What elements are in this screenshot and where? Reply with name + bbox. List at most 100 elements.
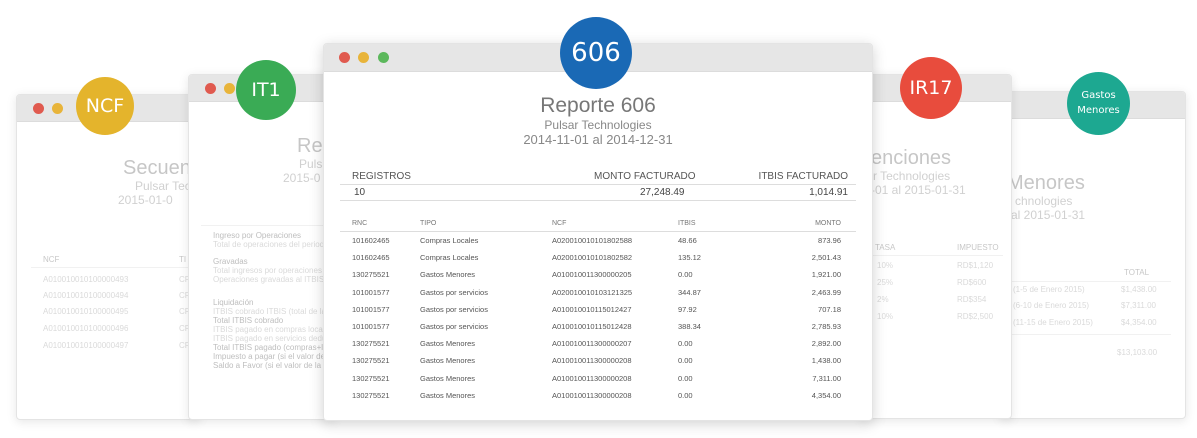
ncf-window: Secuen Pulsar Tecno 2015-01-0 NCF TI A01… <box>16 94 200 420</box>
monto-cell: 2,463.99 <box>811 287 841 297</box>
table-row: 130275521 Gastos Menores A0100100113000002… <box>340 370 856 387</box>
divider <box>1011 334 1171 335</box>
monto-value: 27,248.49 <box>640 187 685 198</box>
tax-value: RD$1,120 <box>957 261 994 270</box>
info-line: ITBIS pagado en servicios deducibl <box>213 334 335 343</box>
close-dot[interactable] <box>33 103 44 114</box>
rnc-cell: 130275521 <box>352 339 390 349</box>
close-dot[interactable] <box>339 52 350 63</box>
date-range: 2015-0 <box>283 171 321 185</box>
monto-label: MONTO FACTURADO <box>594 171 696 182</box>
tipo-cell: Gastos por servicios <box>420 287 488 297</box>
tax-value: RD$2,500 <box>957 312 994 321</box>
gastos-menores-badge: Gastos Menores <box>1067 72 1130 135</box>
ncf-cell: A020010010101802582 <box>552 253 633 263</box>
table-row: 101602465 Compras Locales A020010010101802… <box>340 249 856 266</box>
itbis-cell: 48.66 <box>678 236 697 246</box>
divider <box>340 200 856 201</box>
divider <box>1011 281 1171 282</box>
info-line: Total ingresos por operaciones gr <box>213 266 332 275</box>
table-row: 130275521 Gastos Menores A0100100113000002… <box>340 266 856 283</box>
report-title: Secuen <box>123 157 191 179</box>
table-row: 130275521 Gastos Menores A0100100113000002… <box>340 352 856 369</box>
tipo-cell: Gastos Menores <box>420 356 476 366</box>
info-line: Total de operaciones del periodo <box>213 240 329 249</box>
monto-cell: 2,785.93 <box>811 322 841 332</box>
info-line: Operaciones gravadas al ITBIS pen <box>213 275 335 284</box>
period-label: (1-5 de Enero 2015) <box>1013 285 1085 294</box>
monto-cell: 2,892.00 <box>811 339 841 349</box>
minimize-dot[interactable] <box>358 52 369 63</box>
itbis-cell: 97.92 <box>678 304 697 314</box>
column-header: TI <box>179 255 187 264</box>
report-title: Menores <box>1007 172 1085 194</box>
monto-cell: 4,354.00 <box>811 390 841 400</box>
divider <box>340 184 856 185</box>
table-row: 101001577 Gastos por servicios A0200100101… <box>340 284 856 301</box>
tipo-cell: Compras Locales <box>420 236 479 246</box>
tipo-cell: Compras Locales <box>420 253 479 263</box>
info-line: Saldo a Favor (si el valor de la dife <box>213 361 335 370</box>
info-line: Total ITBIS pagado (compras+loca <box>213 343 335 352</box>
tax-value: RD$354 <box>957 295 987 304</box>
rnc-cell: 101001577 <box>352 304 390 314</box>
column-header: IMPUESTO <box>957 243 999 252</box>
close-dot[interactable] <box>205 83 216 94</box>
registros-label: REGISTROS <box>352 171 411 182</box>
ir17-badge: IR17 <box>900 57 962 119</box>
company-name: Pulsar Technologies <box>544 118 652 132</box>
rate-value: 25% <box>877 278 894 287</box>
minimize-dot[interactable] <box>52 103 63 114</box>
reporte-606-window: Reporte 606 Pulsar Technologies 2014-11-… <box>323 43 873 421</box>
company-name: chnologies <box>1015 194 1073 208</box>
column-header-ncf: NCF <box>552 218 678 232</box>
report-title: enciones <box>871 147 952 169</box>
gastos-menores-window: Menores chnologies al 2015-01-31 TOTAL (… <box>1000 91 1186 419</box>
ncf-value: A010010010100000497 <box>43 341 129 350</box>
divider <box>201 225 334 226</box>
ncf-value: A010010010100000493 <box>43 275 129 284</box>
monto-cell: 7,311.00 <box>812 373 841 383</box>
it1-badge: IT1 <box>236 60 296 120</box>
table-row: 130275521 Gastos Menores A0100100113000002… <box>340 387 856 404</box>
maximize-dot[interactable] <box>378 52 389 63</box>
ncf-cell: A010010010115012427 <box>552 304 632 314</box>
itbis-cell: 0.00 <box>678 373 693 383</box>
section-heading: Liquidación <box>213 298 254 307</box>
monto-cell: 1,921.00 <box>811 270 841 280</box>
registros-value: 10 <box>354 187 366 198</box>
date-range: 2015-01-0 <box>118 193 173 207</box>
table-row: 130275521 Gastos Menores A0100100113000002… <box>340 335 856 352</box>
table-row: 101001577 Gastos por servicios A0100100101… <box>340 301 856 318</box>
rnc-cell: 130275521 <box>352 356 390 366</box>
date-range: al 2015-01-31 <box>1011 208 1086 222</box>
rate-value: 10% <box>877 312 894 321</box>
section-heading: Gravadas <box>213 257 248 266</box>
divider <box>31 267 199 268</box>
total-header: TOTAL <box>1124 268 1150 277</box>
table-header-row: RNC TIPO NCF ITBIS MONTO <box>340 218 856 232</box>
column-header-monto: MONTO <box>748 218 856 232</box>
rate-value: 10% <box>877 261 894 270</box>
transactions-table: RNC TIPO NCF ITBIS MONTO 101602465 Compra… <box>340 218 856 404</box>
ncf-value: A010010010100000495 <box>43 307 129 316</box>
itbis-cell: 0.00 <box>678 339 693 349</box>
ncf-cell: A020010010103121325 <box>552 287 633 297</box>
ncf-cell: A010010011300000205 <box>552 270 632 280</box>
ncf-cell: A010010011300000208 <box>552 356 632 366</box>
ncf-cell: A010010010115012428 <box>552 322 632 332</box>
company-name: r Technologies <box>873 169 951 183</box>
itbis-cell: 388.34 <box>678 322 701 332</box>
date-range: 2014-11-01 al 2014-12-31 <box>523 132 673 147</box>
column-header-itbis: ITBIS <box>678 218 748 232</box>
tax-value: RD$600 <box>957 278 987 287</box>
section-heading: Ingreso por Operaciones <box>213 231 302 240</box>
info-line: ITBIS cobrado ITBIS (total de la ope <box>213 307 335 316</box>
info-line: ITBIS pagado en compras locales <box>213 325 334 334</box>
column-header-rnc: RNC <box>340 218 420 232</box>
minimize-dot[interactable] <box>224 83 235 94</box>
rnc-cell: 101602465 <box>352 236 390 246</box>
column-header-tipo: TIPO <box>420 218 552 232</box>
itbis-cell: 135.12 <box>678 253 701 263</box>
table-row: 101602465 Compras Locales A020010010101802… <box>340 232 856 250</box>
